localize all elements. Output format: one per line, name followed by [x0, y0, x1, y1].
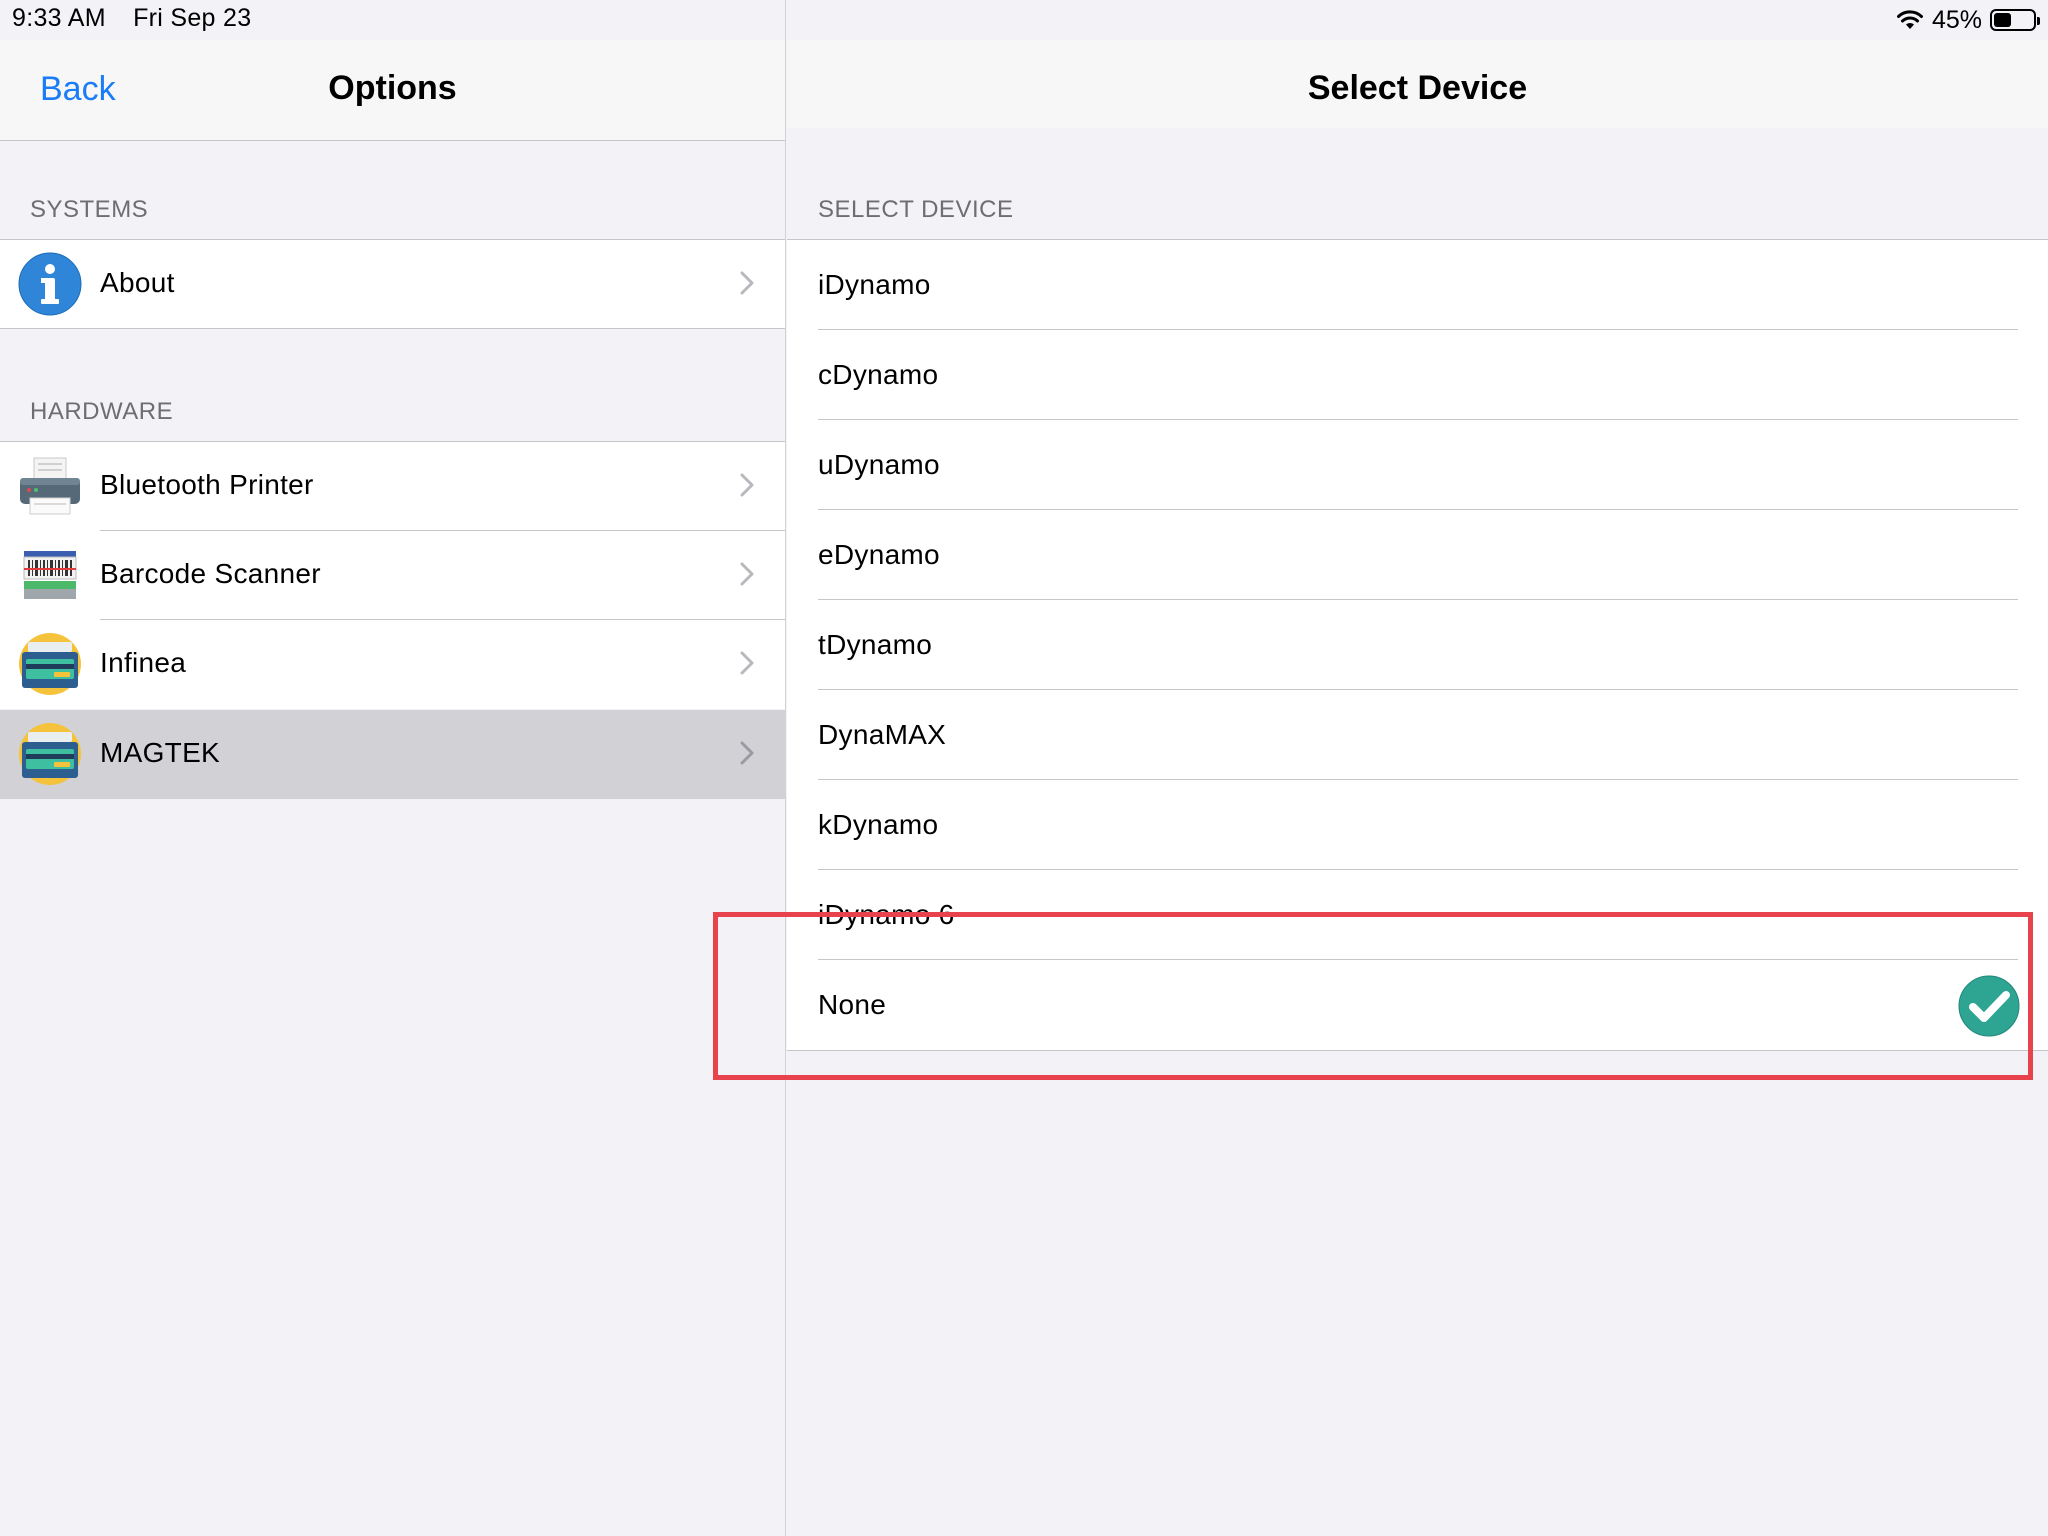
device-row-idynamo[interactable]: iDynamo — [787, 240, 2048, 330]
device-row-none[interactable]: None — [787, 960, 2048, 1050]
options-item-about[interactable]: About — [0, 240, 785, 329]
device-row-cdynamo[interactable]: cDynamo — [787, 330, 2048, 420]
device-row-tdynamo[interactable]: tDynamo — [787, 600, 2048, 690]
device-label: eDynamo — [818, 539, 940, 570]
options-title: Options — [328, 69, 457, 107]
status-time: 9:33 AM — [12, 4, 106, 32]
wifi-icon — [1896, 9, 1924, 31]
device-row-udynamo[interactable]: uDynamo — [787, 420, 2048, 510]
device-label: cDynamo — [818, 359, 939, 390]
options-item-infinea[interactable]: Infinea — [0, 620, 785, 709]
section-header-select-device: SELECT DEVICE — [818, 196, 1014, 223]
battery-icon — [1990, 9, 2040, 31]
chevron-right-icon — [739, 561, 755, 592]
info-icon — [18, 252, 82, 316]
checkmark-icon — [1958, 975, 2020, 1042]
card-reader-icon — [18, 632, 82, 696]
battery-percent: 45% — [1931, 5, 1982, 34]
device-label: iDynamo 6 — [818, 899, 955, 930]
options-item-label: Barcode Scanner — [100, 558, 321, 589]
options-item-label: About — [100, 267, 175, 298]
device-row-dynamax[interactable]: DynaMAX — [787, 690, 2048, 780]
device-list: iDynamo cDynamo uDynamo eDynamo tDynamo … — [787, 239, 2048, 1051]
device-label: uDynamo — [818, 449, 940, 480]
chevron-right-icon — [739, 740, 755, 771]
options-item-label: Infinea — [100, 647, 187, 678]
divider — [0, 328, 785, 329]
barcode-scanner-icon — [18, 543, 82, 607]
options-nav-bar: Back Options — [0, 40, 785, 141]
options-panel: Back Options SYSTEMS About HARDWARE Blue… — [0, 0, 786, 1536]
options-item-label: MAGTEK — [100, 737, 221, 768]
device-row-kdynamo[interactable]: kDynamo — [787, 780, 2048, 870]
card-reader-icon — [18, 722, 82, 786]
device-label: None — [818, 989, 887, 1020]
device-label: tDynamo — [818, 629, 933, 660]
chevron-right-icon — [739, 270, 755, 301]
device-row-edynamo[interactable]: eDynamo — [787, 510, 2048, 600]
device-label: DynaMAX — [818, 719, 947, 750]
select-device-nav-bar: Select Device — [787, 40, 2048, 128]
battery-tip — [2037, 17, 2040, 25]
printer-icon — [18, 454, 82, 518]
chevron-right-icon — [739, 472, 755, 503]
select-device-panel: Select Device SELECT DEVICE iDynamo cDyn… — [787, 0, 2048, 1536]
device-row-idynamo-6[interactable]: iDynamo 6 — [787, 870, 2048, 960]
status-date: Fri Sep 23 — [133, 4, 252, 32]
section-header-systems: SYSTEMS — [30, 196, 149, 223]
device-label: kDynamo — [818, 809, 939, 840]
status-left: 9:33 AM Fri Sep 23 — [12, 4, 271, 33]
status-bar: 9:33 AM Fri Sep 23 45% — [0, 0, 2048, 40]
options-item-barcode-scanner[interactable]: Barcode Scanner — [0, 531, 785, 620]
options-item-bluetooth-printer[interactable]: Bluetooth Printer — [0, 442, 785, 531]
options-item-magtek[interactable]: MAGTEK — [0, 710, 785, 799]
device-label: iDynamo — [818, 269, 931, 300]
options-item-label: Bluetooth Printer — [100, 469, 314, 500]
status-right: 45% — [1896, 4, 2040, 36]
select-device-title: Select Device — [1307, 69, 1528, 107]
battery-fill — [1994, 13, 2011, 27]
chevron-right-icon — [739, 650, 755, 681]
section-header-hardware: HARDWARE — [30, 398, 174, 425]
